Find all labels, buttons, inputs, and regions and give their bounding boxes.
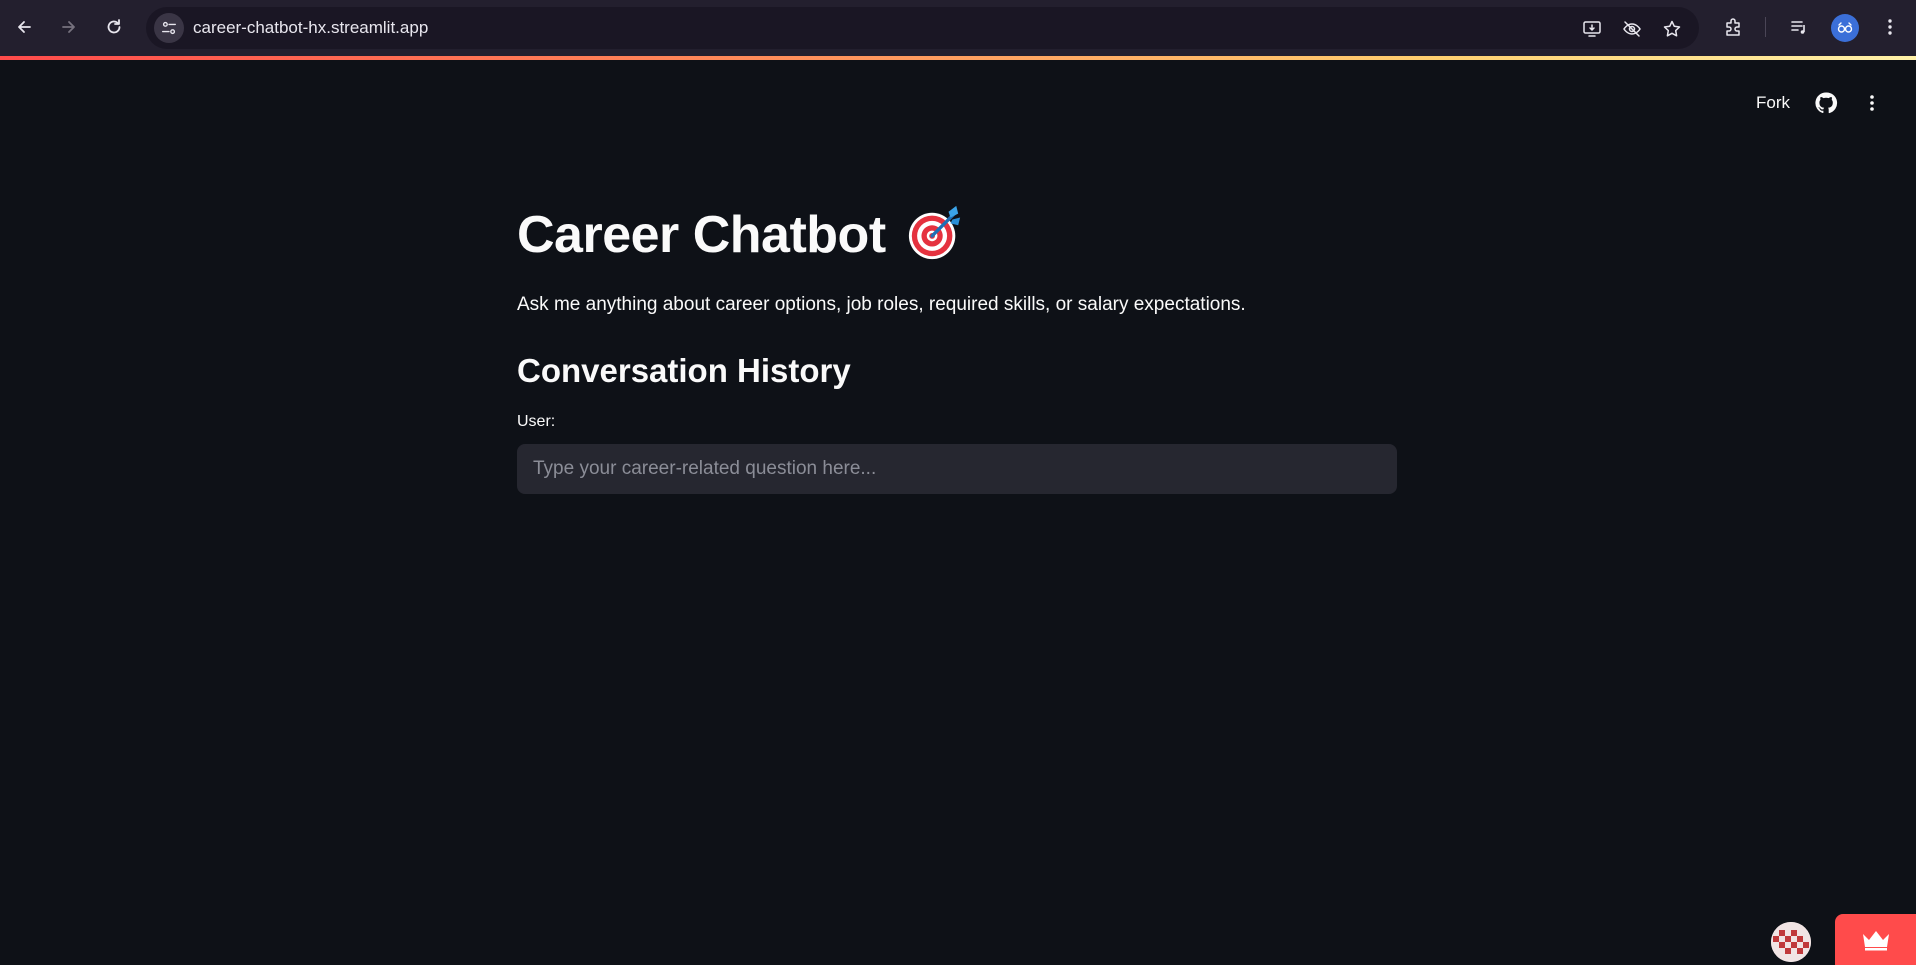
forward-arrow-icon[interactable] xyxy=(55,13,83,41)
media-queue-icon[interactable] xyxy=(1785,13,1813,41)
toolbar-divider xyxy=(1765,17,1766,37)
user-input-label: User: xyxy=(517,413,556,430)
direct-hit-target-icon xyxy=(906,204,964,262)
extensions-icon[interactable] xyxy=(1719,13,1747,41)
site-info-icon[interactable] xyxy=(154,13,184,43)
career-question-input[interactable] xyxy=(517,444,1397,494)
conversation-history-heading: Conversation History xyxy=(517,352,851,389)
address-bar[interactable]: career-chatbot-hx.streamlit.app xyxy=(146,7,1699,49)
chrome-menu-icon[interactable] xyxy=(1876,13,1904,41)
user-avatar-icon[interactable] xyxy=(1771,922,1811,962)
install-app-icon[interactable] xyxy=(1579,16,1605,42)
reload-icon[interactable] xyxy=(100,13,128,41)
more-vertical-icon[interactable] xyxy=(1860,91,1884,115)
url-text[interactable]: career-chatbot-hx.streamlit.app xyxy=(193,18,428,38)
page-title-text: Career Chatbot xyxy=(517,206,886,264)
page-subtitle: Ask me anything about career options, jo… xyxy=(517,294,1246,315)
streamlit-decoration-bar xyxy=(0,56,1916,60)
crown-icon[interactable] xyxy=(1835,914,1916,965)
page-title: Career Chatbot xyxy=(517,200,1397,270)
fork-button[interactable]: Fork xyxy=(1756,93,1790,113)
profile-avatar-icon[interactable] xyxy=(1831,14,1859,42)
back-arrow-icon[interactable] xyxy=(10,13,38,41)
github-icon[interactable] xyxy=(1814,91,1838,115)
browser-toolbar: career-chatbot-hx.streamlit.app xyxy=(0,0,1916,56)
eye-off-icon[interactable] xyxy=(1619,16,1645,42)
star-icon[interactable] xyxy=(1659,16,1685,42)
main-content: Career Chatbot Ask me anything about car… xyxy=(517,200,1397,494)
